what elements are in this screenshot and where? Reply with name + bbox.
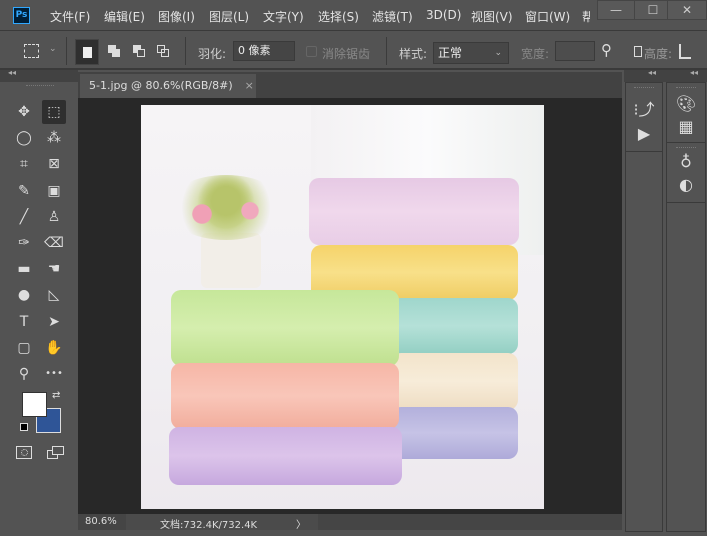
swatches-grid-icon[interactable]: ▦ xyxy=(667,117,705,136)
zoom-tool-icon[interactable]: ⚲ xyxy=(12,362,36,386)
grip-handle[interactable] xyxy=(676,147,696,150)
antialias-label: 消除锯齿 xyxy=(322,47,371,61)
more-tools-icon[interactable]: ••• xyxy=(42,362,66,386)
chevron-down-icon[interactable]: ⌄ xyxy=(49,44,57,54)
menu-view[interactable]: 视图(V) xyxy=(471,8,513,25)
grip-handle[interactable] xyxy=(634,87,654,90)
menu-edit[interactable]: 编辑(E) xyxy=(104,8,145,25)
path-selection-tool-icon[interactable]: ➤ xyxy=(42,310,66,334)
new-selection-button[interactable] xyxy=(75,39,99,65)
divider xyxy=(66,37,67,65)
divider xyxy=(386,37,387,65)
intersect-selection-icon[interactable] xyxy=(157,45,169,57)
type-tool-icon[interactable]: T xyxy=(12,310,36,334)
panel-dock-header: ◂◂ ◂◂ xyxy=(624,68,707,82)
pen-tool-icon[interactable]: ◺ xyxy=(42,283,66,307)
default-colors-icon[interactable] xyxy=(20,423,28,431)
antialias-checkbox[interactable] xyxy=(306,46,317,57)
eyedropper-tool-icon[interactable]: ✎ xyxy=(12,179,36,203)
actions-panel-icon[interactable]: ▶ xyxy=(626,124,662,143)
grip-handle[interactable] xyxy=(26,85,54,88)
frame-tool-icon[interactable]: ⊠ xyxy=(42,152,66,176)
gradient-tool-icon[interactable]: ▬ xyxy=(12,257,36,281)
panel-column-2: 🎨︎ ▦ ♁ ◐ xyxy=(666,82,706,532)
menu-image[interactable]: 图像(I) xyxy=(158,8,195,25)
collapse-icon[interactable]: ◂◂ xyxy=(8,68,16,77)
document-image-towels[interactable] xyxy=(141,105,544,509)
collapse-icon[interactable]: ◂◂ xyxy=(690,68,698,77)
eraser-tool-icon[interactable]: ⌫ xyxy=(42,231,66,255)
toolbar-header: ◂◂ xyxy=(0,68,78,82)
menu-help[interactable]: 帮 xyxy=(582,8,590,25)
light-bulb-icon[interactable]: ♁ xyxy=(667,152,705,171)
clone-stamp-tool-icon[interactable]: ♙ xyxy=(42,205,66,229)
style-value: 正常 xyxy=(438,46,463,60)
menu-3d[interactable]: 3D(D) xyxy=(426,8,461,22)
photoshop-logo: Ps xyxy=(13,7,30,24)
smudge-tool-icon[interactable]: ☚ xyxy=(42,257,66,281)
style-label: 样式: xyxy=(399,47,428,61)
rectangle-tool-icon[interactable]: ▢ xyxy=(12,336,36,360)
magic-wand-tool-icon[interactable]: ⁂ xyxy=(42,126,66,150)
subtract-selection-icon[interactable] xyxy=(133,45,145,57)
doc-info: 文档:732.4K/732.4K xyxy=(160,520,258,531)
panel-column-1: ⁝⤴ ▶ xyxy=(625,82,663,532)
menu-type[interactable]: 文字(Y) xyxy=(263,8,304,25)
crop-tool-icon[interactable]: ⌗ xyxy=(12,152,36,176)
swap-colors-icon[interactable]: ⇄ xyxy=(52,390,60,401)
swap-icon[interactable]: ⚲ xyxy=(601,41,612,59)
object-selection-tool-icon[interactable]: ▣ xyxy=(42,179,66,203)
status-bar: 80.6% 文档:732.4K/732.4K 〉 xyxy=(78,514,622,531)
menu-layer[interactable]: 图层(L) xyxy=(209,8,249,25)
close-tab-icon[interactable]: × xyxy=(245,79,254,92)
brush-tool-icon[interactable]: ╱ xyxy=(12,205,36,229)
grip-handle[interactable] xyxy=(676,87,696,90)
collapse-icon[interactable]: ◂◂ xyxy=(648,68,656,77)
doc-info-field[interactable]: 文档:732.4K/732.4K 〉 xyxy=(126,514,318,531)
minimize-button[interactable]: — xyxy=(597,0,635,20)
height-input[interactable] xyxy=(679,44,691,59)
chevron-down-icon: ⌄ xyxy=(494,48,502,58)
foreground-color-swatch[interactable] xyxy=(22,392,47,417)
screen-mode-icon[interactable] xyxy=(47,446,65,460)
zoom-level[interactable]: 80.6% xyxy=(85,516,117,527)
ratio-icon xyxy=(634,46,642,57)
marquee-preset-icon[interactable] xyxy=(24,44,39,58)
close-button[interactable]: ✕ xyxy=(667,0,707,20)
divider xyxy=(185,37,186,65)
dodge-tool-icon[interactable]: ● xyxy=(12,283,36,307)
add-selection-icon[interactable] xyxy=(108,45,120,57)
document-tab-title: 5-1.jpg @ 80.6%(RGB/8#) xyxy=(89,79,233,92)
rectangular-marquee-tool-icon[interactable]: ⬚ xyxy=(42,100,66,124)
title-bar: Ps 文件(F) 编辑(E) 图像(I) 图层(L) 文字(Y) 选择(S) 滤… xyxy=(0,0,707,31)
adjustments-icon[interactable]: ◐ xyxy=(667,175,705,194)
history-brush-tool-icon[interactable]: ✑ xyxy=(12,231,36,255)
feather-label: 羽化: xyxy=(198,47,227,61)
hand-tool-icon[interactable]: ✋ xyxy=(42,336,66,360)
lasso-tool-icon[interactable]: ◯ xyxy=(12,126,36,150)
menu-file[interactable]: 文件(F) xyxy=(50,8,90,25)
quick-mask-icon[interactable] xyxy=(16,446,32,459)
document-tab[interactable]: 5-1.jpg @ 80.6%(RGB/8#) × xyxy=(80,74,256,98)
style-select[interactable]: 正常 ⌄ xyxy=(433,42,509,64)
feather-input[interactable]: 0 像素 xyxy=(233,41,295,61)
move-tool-icon[interactable]: ✥ xyxy=(12,100,36,124)
menu-filter[interactable]: 滤镜(T) xyxy=(372,8,413,25)
menu-select[interactable]: 选择(S) xyxy=(318,8,359,25)
history-panel-icon[interactable]: ⁝⤴ xyxy=(626,96,662,120)
menu-window[interactable]: 窗口(W) xyxy=(525,8,570,25)
status-menu-arrow[interactable]: 〉 xyxy=(296,516,306,531)
width-label: 宽度: xyxy=(521,47,550,61)
color-palette-icon[interactable]: 🎨︎ xyxy=(667,94,705,113)
width-input[interactable] xyxy=(555,41,595,61)
height-label: 高度: xyxy=(644,47,673,61)
